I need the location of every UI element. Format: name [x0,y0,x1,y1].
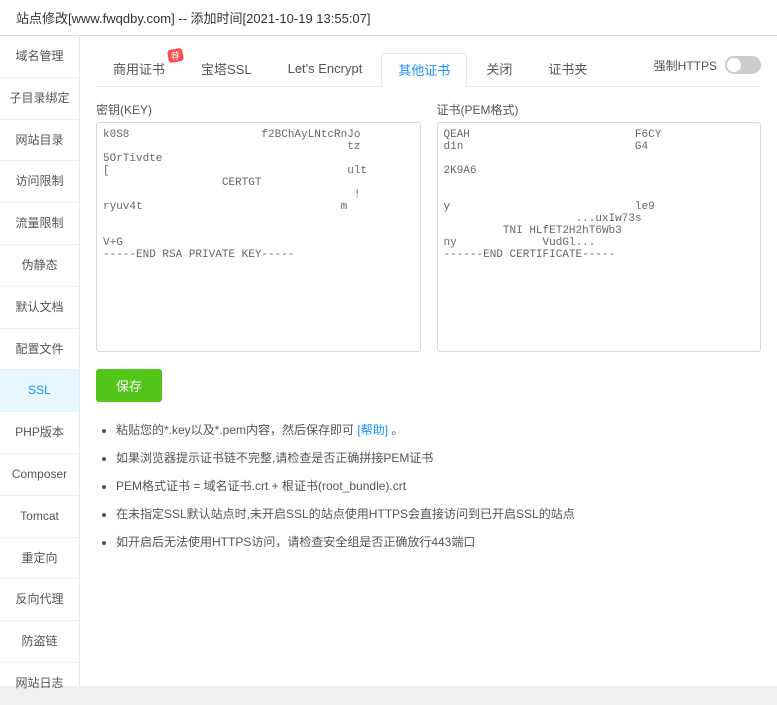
hint-text-1: 粘贴您的*.key以及*.pem内容，然后保存即可 [116,423,354,437]
hint-text-5: 如开启后无法使用HTTPS访问，请检查安全组是否正确放行443端口 [116,535,475,549]
force-https-row: 强制HTTPS [654,56,761,82]
tabs-row: 商用证书 荐 宝塔SSL Let's Encrypt 其他证书 关闭 证书夹 强… [96,52,761,87]
key-textarea-wrapper: k0S8 f2BChAyLNtcRnJo tz 5OrTivdte [ ult … [96,122,421,355]
save-button[interactable]: 保存 [96,369,162,402]
sidebar-item-php[interactable]: PHP版本 [0,412,79,454]
sidebar-item-traffic[interactable]: 流量限制 [0,203,79,245]
key-textarea[interactable]: k0S8 f2BChAyLNtcRnJo tz 5OrTivdte [ ult … [96,122,421,352]
tab-certfile[interactable]: 证书夹 [531,52,604,86]
sidebar-item-config[interactable]: 配置文件 [0,329,79,371]
cert-label: 证书(PEM格式) [437,101,762,118]
sidebar-item-logs[interactable]: 网站日志 [0,663,79,705]
sidebar-item-subdir[interactable]: 子目录绑定 [0,78,79,120]
hint-item-2: 如果浏览器提示证书链不完整,请检查是否正确拼接PEM证书 [116,446,761,470]
hint-item-5: 如开启后无法使用HTTPS访问，请检查安全组是否正确放行443端口 [116,530,761,554]
cert-section: 密钥(KEY) k0S8 f2BChAyLNtcRnJo tz 5OrTivdt… [96,101,761,355]
hint-text-3: PEM格式证书 = 域名证书.crt + 根证书(root_bundle).cr… [116,479,406,493]
tab-close[interactable]: 关闭 [469,52,529,86]
hint-item-1: 粘贴您的*.key以及*.pem内容，然后保存即可 [帮助] 。 [116,418,761,442]
title-bar: 站点修改[www.fwqdby.com] -- 添加时间[2021-10-19 … [0,0,777,36]
sidebar-item-domain[interactable]: 域名管理 [0,36,79,78]
sidebar-item-proxy[interactable]: 反向代理 [0,579,79,621]
sidebar-item-composer[interactable]: Composer [0,454,79,496]
force-https-label: 强制HTTPS [654,57,717,74]
hint-text-2: 如果浏览器提示证书链不完整,请检查是否正确拼接PEM证书 [116,451,433,465]
key-label: 密钥(KEY) [96,101,421,118]
tab-baota[interactable]: 宝塔SSL [184,52,269,86]
sidebar-item-ssl[interactable]: SSL [0,370,79,412]
sidebar-item-tomcat[interactable]: Tomcat [0,496,79,538]
hints-section: 粘贴您的*.key以及*.pem内容，然后保存即可 [帮助] 。 如果浏览器提示… [96,418,761,554]
sidebar-item-redirect[interactable]: 重定向 [0,538,79,580]
tab-commercial[interactable]: 商用证书 荐 [96,52,182,86]
sidebar-item-access[interactable]: 访问限制 [0,161,79,203]
hint-link-1[interactable]: [帮助] [357,423,388,437]
sidebar-item-webroot[interactable]: 网站目录 [0,120,79,162]
content-area: 商用证书 荐 宝塔SSL Let's Encrypt 其他证书 关闭 证书夹 强… [80,36,777,686]
sidebar-item-hotlink[interactable]: 防盗链 [0,621,79,663]
sidebar-item-default[interactable]: 默认文档 [0,287,79,329]
tab-badge: 荐 [167,48,184,63]
hint-item-4: 在未指定SSL默认站点时,未开启SSL的站点使用HTTPS会直接访问到已开启SS… [116,502,761,526]
sidebar: 域名管理 子目录绑定 网站目录 访问限制 流量限制 伪静态 默认文档 配置文件 … [0,36,80,686]
tab-letsencrypt[interactable]: Let's Encrypt [271,54,380,84]
title-text: 站点修改[www.fwqdby.com] -- 添加时间[2021-10-19 … [16,11,371,26]
save-row: 保存 [96,369,761,418]
force-https-toggle[interactable] [725,56,761,74]
cert-textarea-wrapper: QEAH F6CY d1n G4 2K9A6 y [437,122,762,355]
tab-other[interactable]: 其他证书 [381,53,467,87]
cert-group: 证书(PEM格式) QEAH F6CY d1n G4 2K9A6 [437,101,762,355]
cert-textarea[interactable]: QEAH F6CY d1n G4 2K9A6 y [437,122,762,352]
hint-item-3: PEM格式证书 = 域名证书.crt + 根证书(root_bundle).cr… [116,474,761,498]
key-group: 密钥(KEY) k0S8 f2BChAyLNtcRnJo tz 5OrTivdt… [96,101,421,355]
sidebar-item-static[interactable]: 伪静态 [0,245,79,287]
hint-text-4: 在未指定SSL默认站点时,未开启SSL的站点使用HTTPS会直接访问到已开启SS… [116,507,575,521]
